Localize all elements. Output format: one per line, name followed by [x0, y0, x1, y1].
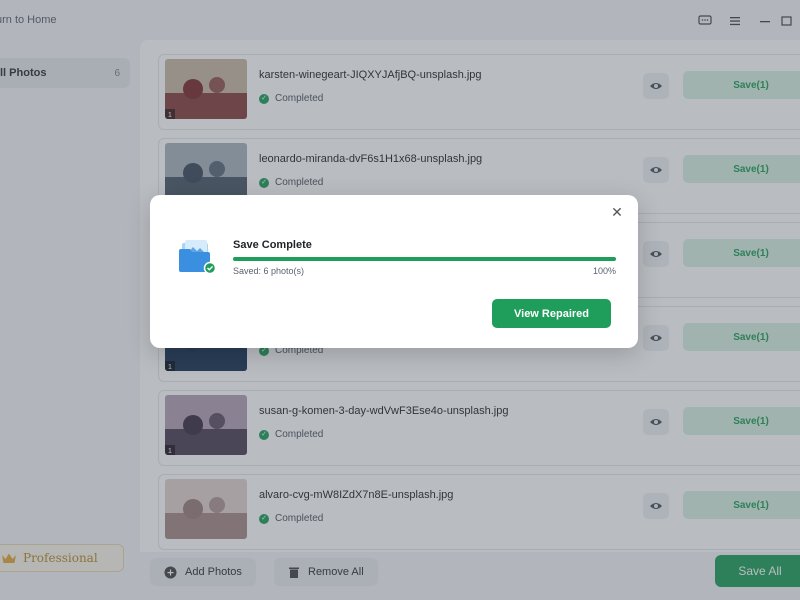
dialog-title: Save Complete — [233, 239, 312, 251]
folder-image-icon — [179, 240, 217, 275]
progress-percent: 100% — [592, 266, 616, 276]
save-complete-dialog: ✕ Save Complete Saved: 6 photo(s) 100% V… — [150, 195, 638, 348]
close-icon[interactable]: ✕ — [608, 203, 626, 221]
progress-fill — [233, 257, 616, 261]
app-window: urn to Home ll Photos 6 Professional 1 k… — [0, 0, 800, 600]
saved-count-text: Saved: 6 photo(s) — [233, 266, 305, 276]
save-progress-bar — [233, 257, 616, 261]
view-repaired-button[interactable]: View Repaired — [492, 299, 611, 328]
